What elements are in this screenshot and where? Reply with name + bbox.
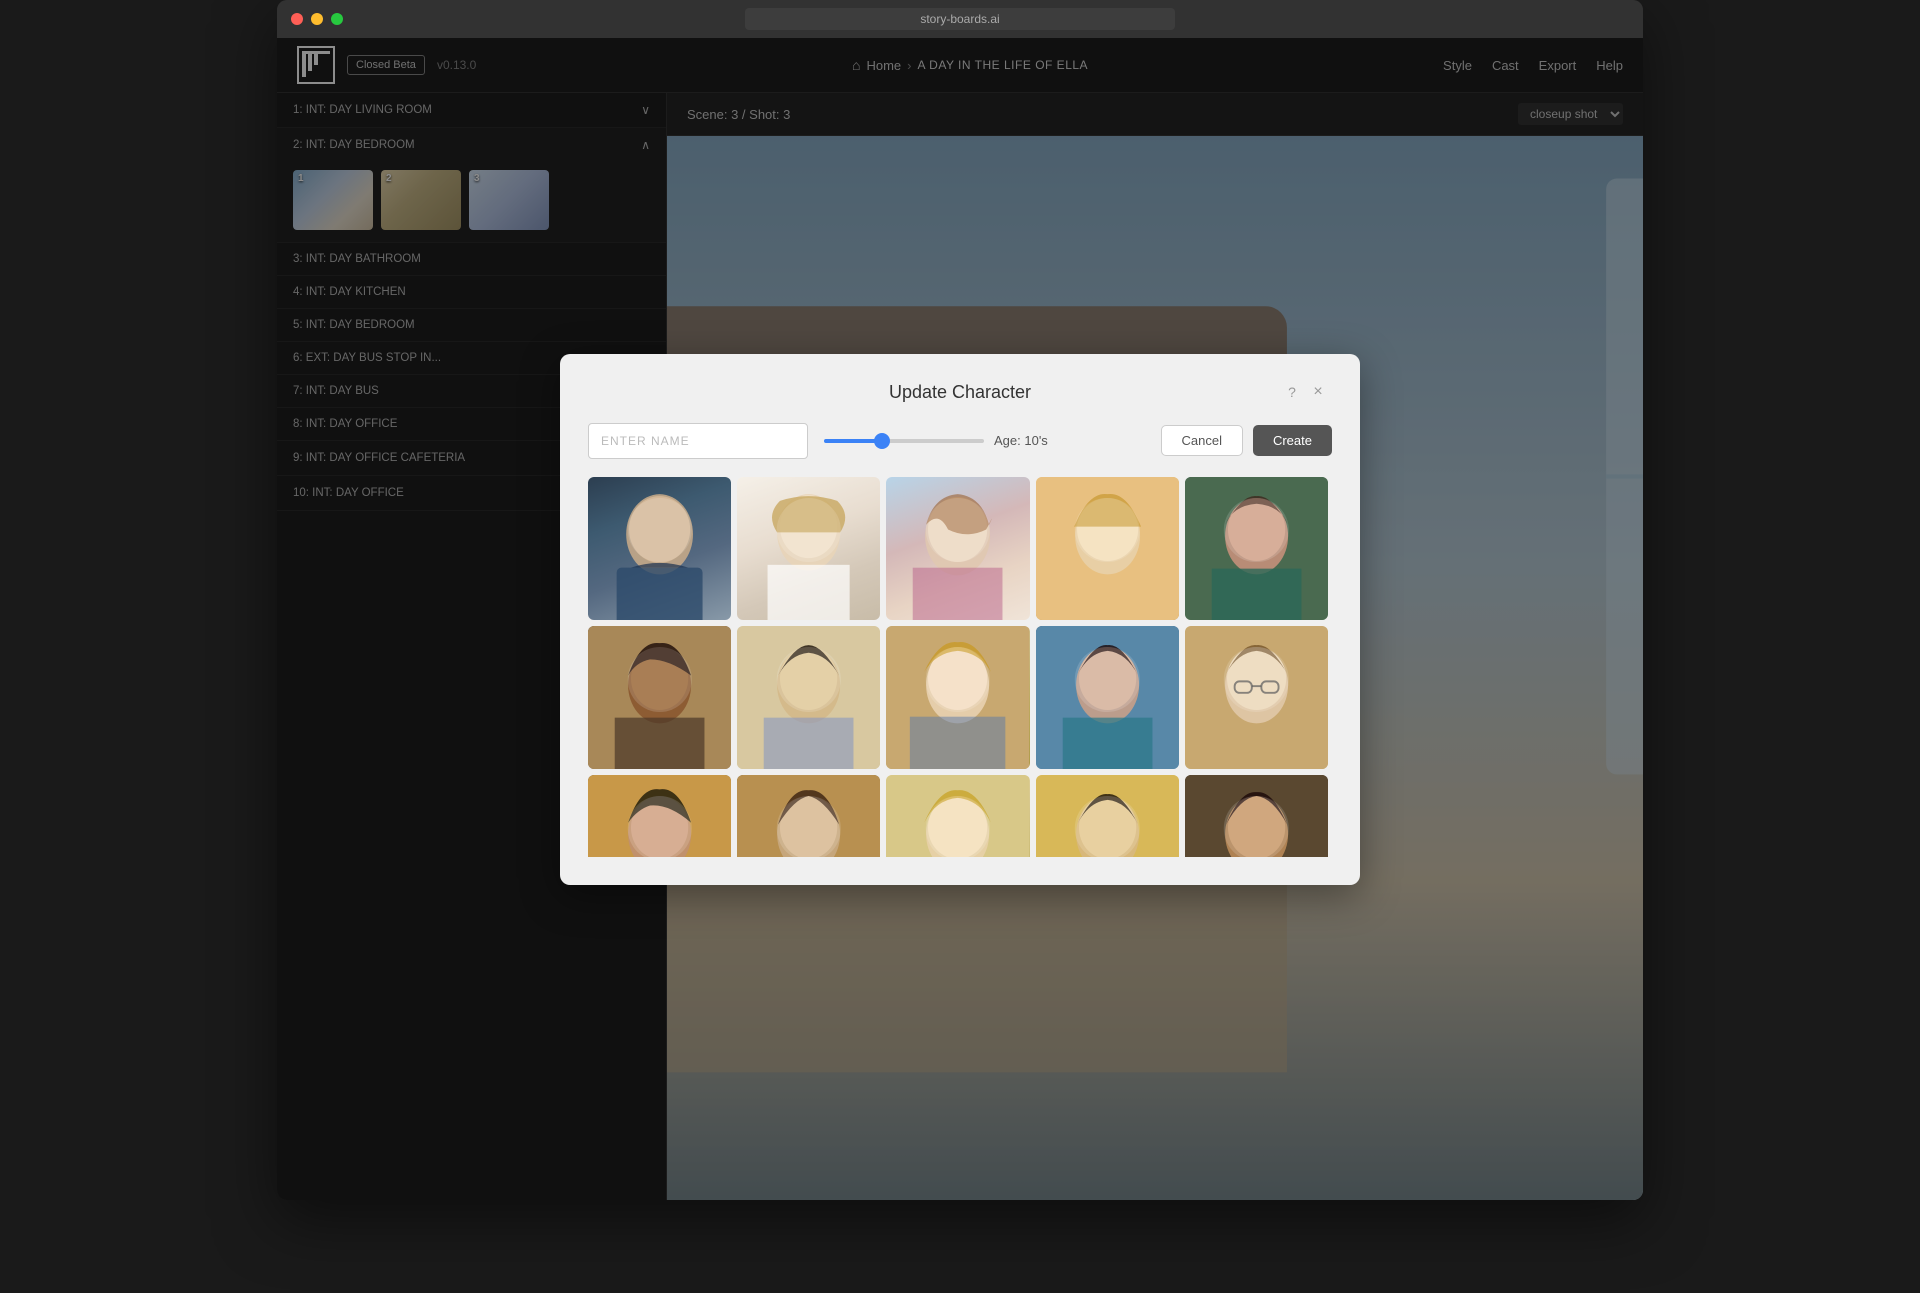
character-card-5[interactable]: [1185, 477, 1328, 620]
modal-title: Update Character: [889, 382, 1031, 403]
character-card-4[interactable]: [1036, 477, 1179, 620]
create-button[interactable]: Create: [1253, 425, 1332, 456]
character-card-6[interactable]: [588, 626, 731, 769]
character-card-9[interactable]: [1036, 626, 1179, 769]
character-name-input[interactable]: [588, 423, 808, 459]
character-card-1[interactable]: [588, 477, 731, 620]
os-window: story-boards.ai Closed Beta v0.13.0 ⌂ Ho…: [277, 0, 1643, 1200]
url-text: story-boards.ai: [920, 12, 999, 26]
maximize-button[interactable]: [331, 13, 343, 25]
character-card-11[interactable]: [588, 775, 731, 857]
character-card-2[interactable]: [737, 477, 880, 620]
slider-container: Age: 10's: [824, 433, 1145, 448]
title-bar: story-boards.ai: [277, 0, 1643, 38]
close-button[interactable]: [291, 13, 303, 25]
character-card-14[interactable]: [1036, 775, 1179, 857]
modal-overlay: Update Character ? × Age: 10's Cancel Cr…: [277, 38, 1643, 1200]
cancel-button[interactable]: Cancel: [1161, 425, 1243, 456]
character-grid: [588, 477, 1332, 857]
age-label: Age: 10's: [994, 433, 1048, 448]
modal-controls: Age: 10's Cancel Create: [588, 423, 1332, 459]
character-card-10[interactable]: [1185, 626, 1328, 769]
minimize-button[interactable]: [311, 13, 323, 25]
character-card-13[interactable]: [886, 775, 1029, 857]
age-slider[interactable]: [824, 439, 984, 443]
modal-help-button[interactable]: ?: [1282, 382, 1302, 402]
character-card-8[interactable]: [886, 626, 1029, 769]
character-card-12[interactable]: [737, 775, 880, 857]
modal-header: Update Character ? ×: [588, 382, 1332, 403]
modal-close-button[interactable]: ×: [1308, 382, 1328, 402]
character-card-15[interactable]: [1185, 775, 1328, 857]
modal-actions: Cancel Create: [1161, 425, 1333, 456]
character-card-7[interactable]: [737, 626, 880, 769]
update-character-modal: Update Character ? × Age: 10's Cancel Cr…: [560, 354, 1360, 885]
url-bar: story-boards.ai: [745, 8, 1175, 30]
character-card-3[interactable]: [886, 477, 1029, 620]
